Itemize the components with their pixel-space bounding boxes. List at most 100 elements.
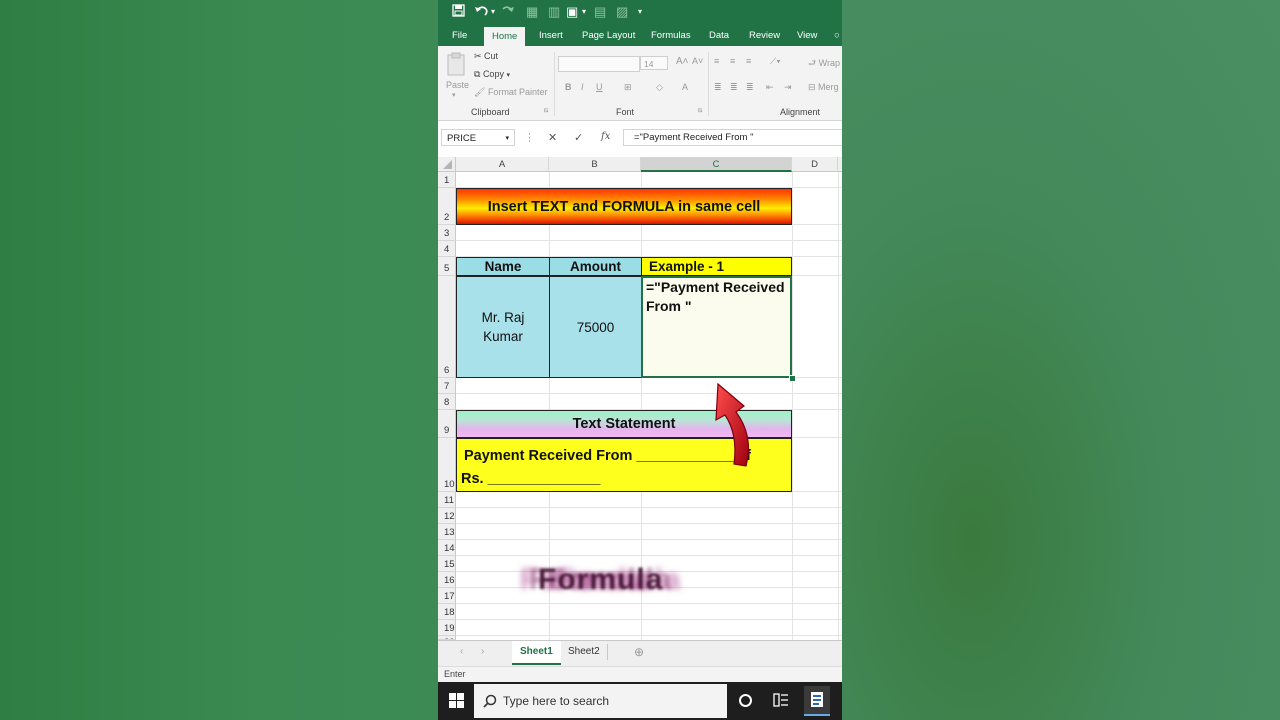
active-cell-c6[interactable]: ="Payment Received From "	[641, 276, 792, 378]
row-header[interactable]: 9	[438, 410, 456, 438]
cut-button[interactable]: ✂ Cut	[474, 51, 498, 62]
row-header[interactable]: 1	[438, 172, 456, 188]
scroll-left-icon[interactable]: ‹	[452, 641, 471, 663]
merge-label: Merg	[818, 82, 839, 92]
insert-function-icon[interactable]: fx	[601, 131, 610, 142]
align-middle-icon[interactable]: ≡	[730, 56, 735, 66]
select-all-button[interactable]	[438, 157, 456, 172]
form-dropdown-icon[interactable]: ▾	[582, 7, 586, 16]
merge-center-button[interactable]: ⊟ Merg	[808, 82, 839, 93]
row-header[interactable]: 12	[438, 508, 456, 524]
tab-page-layout[interactable]: Page Layout	[582, 26, 635, 46]
column-header-e[interactable]	[838, 157, 842, 172]
row-header[interactable]: 5	[438, 257, 456, 276]
align-bottom-icon[interactable]: ≡	[746, 56, 751, 66]
sheet-tab-sheet2[interactable]: Sheet2	[560, 641, 608, 663]
paste-dropdown-icon[interactable]: ▾	[452, 91, 456, 99]
tab-formulas[interactable]: Formulas	[651, 26, 691, 46]
task-view-icon[interactable]	[773, 692, 789, 713]
gridline	[456, 240, 842, 241]
column-header-d[interactable]: D	[792, 157, 838, 172]
font-name-box[interactable]	[558, 56, 640, 72]
wrap-text-button[interactable]: ⮐ Wrap	[808, 56, 840, 72]
row-header[interactable]: 4	[438, 241, 456, 257]
taskbar-search-box[interactable]: Type here to search	[474, 684, 727, 718]
row-header[interactable]: 3	[438, 225, 456, 241]
increase-font-icon[interactable]: A˄	[676, 56, 689, 67]
column-header-a[interactable]: A	[456, 157, 549, 172]
cancel-icon[interactable]: ✕	[548, 131, 557, 144]
column-header-b[interactable]: B	[549, 157, 641, 172]
italic-icon[interactable]: I	[581, 82, 584, 92]
row-header[interactable]: 8	[438, 394, 456, 410]
tab-review[interactable]: Review	[749, 26, 780, 46]
row-header[interactable]: 14	[438, 540, 456, 556]
column-header-c[interactable]: C	[641, 157, 792, 172]
undo-dropdown-icon[interactable]: ▾	[491, 7, 495, 16]
row-header[interactable]: 18	[438, 604, 456, 620]
customize-qat-icon[interactable]: ▾	[638, 7, 642, 16]
align-center-icon[interactable]: ≣	[730, 82, 738, 93]
form-icon[interactable]: ▣	[566, 4, 578, 20]
decrease-font-icon[interactable]: A˅	[692, 56, 703, 66]
enter-icon[interactable]: ✓	[574, 131, 583, 144]
gridline	[456, 635, 842, 636]
font-color-icon[interactable]: A	[682, 82, 688, 92]
ribbon-tabs: File Home Insert Page Layout Formulas Da…	[438, 26, 842, 46]
cortana-icon[interactable]	[738, 693, 753, 713]
row-header[interactable]: 16	[438, 572, 456, 588]
print-preview-icon[interactable]: ▥	[548, 4, 560, 20]
row-header[interactable]: 2	[438, 188, 456, 225]
name-cell[interactable]: Mr. Raj Kumar	[456, 276, 550, 378]
row-header[interactable]: 15	[438, 556, 456, 572]
align-left-icon[interactable]: ≣	[714, 82, 722, 93]
row-header[interactable]: 7	[438, 378, 456, 394]
redo-icon[interactable]	[501, 4, 515, 20]
save-icon[interactable]	[452, 4, 465, 20]
camera-icon[interactable]: ▨	[616, 4, 628, 20]
table-icon[interactable]: ▦	[526, 4, 538, 20]
tab-home[interactable]: Home	[484, 27, 526, 46]
borders-icon[interactable]: ⊞	[624, 82, 632, 93]
decrease-indent-icon[interactable]: ⇤	[766, 82, 774, 93]
font-size-box[interactable]: 14	[640, 56, 668, 70]
clipboard-launcher-icon[interactable]: ⧅	[544, 107, 548, 115]
fill-handle[interactable]	[789, 375, 796, 382]
tab-data[interactable]: Data	[709, 26, 729, 46]
align-right-icon[interactable]: ≣	[746, 82, 754, 93]
bold-icon[interactable]: B	[565, 82, 572, 92]
tab-view[interactable]: View	[797, 26, 817, 46]
sheet-tab-sheet1[interactable]: Sheet1	[512, 641, 561, 665]
align-top-icon[interactable]: ≡	[714, 56, 719, 66]
tab-insert[interactable]: Insert	[539, 26, 563, 46]
increase-indent-icon[interactable]: ⇥	[784, 82, 792, 93]
underline-icon[interactable]: U	[596, 82, 603, 92]
example-header-cell[interactable]: Example - 1	[641, 257, 792, 276]
windows-start-icon[interactable]	[449, 693, 464, 713]
taskbar-app-button[interactable]	[804, 686, 830, 716]
font-launcher-icon[interactable]: ⧅	[698, 107, 702, 115]
tab-file[interactable]: File	[452, 26, 467, 46]
row-header[interactable]: 6	[438, 276, 456, 378]
fill-color-icon[interactable]: ◇	[656, 82, 663, 93]
scroll-right-icon[interactable]: ›	[473, 641, 492, 663]
copy-button[interactable]: ⧉ Copy ▾	[474, 69, 510, 80]
undo-icon[interactable]	[474, 4, 490, 20]
formula-input[interactable]: ="Payment Received From "	[623, 129, 842, 146]
paste-button[interactable]	[446, 52, 468, 78]
sort-icon[interactable]: ▤	[594, 4, 606, 20]
orientation-icon[interactable]: ⟋▾	[770, 56, 781, 67]
amount-cell[interactable]: 75000	[549, 276, 642, 378]
amount-header-cell[interactable]: Amount	[549, 257, 642, 276]
name-header-cell[interactable]: Name	[456, 257, 550, 276]
row-header[interactable]: 10	[438, 438, 456, 492]
row-header[interactable]: 19	[438, 620, 456, 636]
name-box[interactable]: PRICE ▾	[441, 129, 515, 146]
lightbulb-icon[interactable]: ○	[834, 26, 840, 46]
format-painter-button[interactable]: 🖌 Format Painter	[474, 87, 547, 98]
new-sheet-icon[interactable]: ⊕	[626, 641, 652, 663]
row-header[interactable]: 17	[438, 588, 456, 604]
row-header[interactable]: 11	[438, 492, 456, 508]
title-cell[interactable]: Insert TEXT and FORMULA in same cell	[456, 188, 792, 225]
row-header[interactable]: 13	[438, 524, 456, 540]
